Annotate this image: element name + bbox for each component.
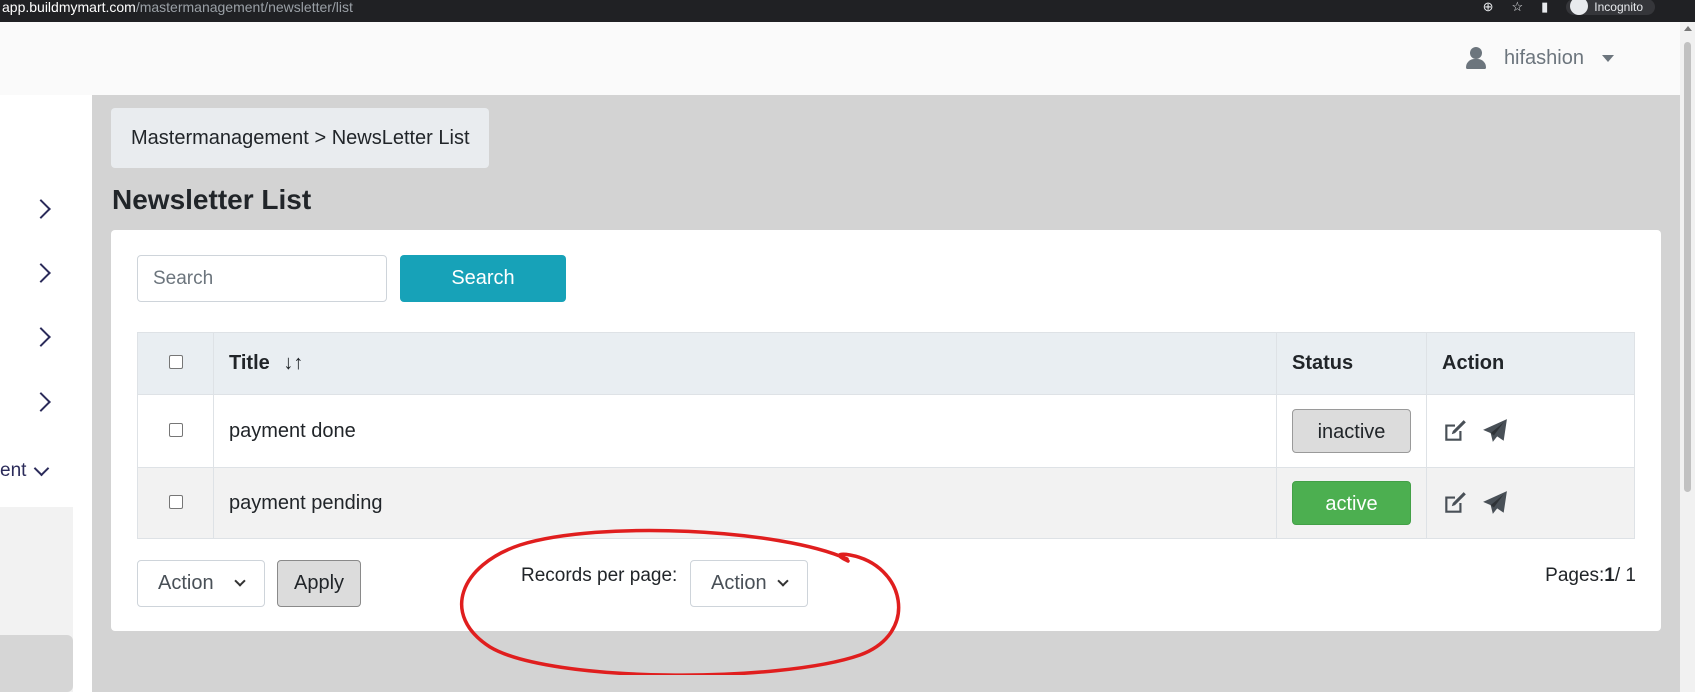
- column-header-action: Action: [1426, 332, 1635, 395]
- scroll-up-arrow-icon[interactable]: [1684, 26, 1692, 31]
- incognito-icon: [1570, 0, 1589, 15]
- address-bar[interactable]: app.buildmymart.com/mastermanagement/new…: [2, 0, 353, 14]
- caret-down-icon: [1602, 54, 1614, 62]
- chevron-down-icon: [34, 460, 50, 476]
- breadcrumb: Mastermanagement > NewsLetter List: [111, 108, 489, 168]
- sidebar-expand-chevron-icon[interactable]: [31, 199, 51, 219]
- chevron-down-icon: [777, 575, 789, 587]
- incognito-indicator[interactable]: Incognito: [1566, 0, 1655, 15]
- sidebar-item-management[interactable]: ent: [0, 460, 50, 482]
- zoom-icon[interactable]: ⊕: [1483, 0, 1494, 15]
- table-row: payment done inactive: [137, 394, 1635, 468]
- breadcrumb-separator: >: [314, 127, 327, 149]
- total-pages: / 1: [1614, 565, 1636, 586]
- sidebar-submenu-active-item[interactable]: [0, 635, 73, 692]
- column-header-status: Status: [1276, 332, 1427, 395]
- row-checkbox[interactable]: [168, 422, 183, 437]
- column-title-label: Title: [229, 352, 270, 374]
- chevron-down-icon: [234, 575, 246, 587]
- apply-button[interactable]: Apply: [277, 560, 361, 607]
- status-badge[interactable]: inactive: [1292, 409, 1411, 453]
- select-all-checkbox[interactable]: [168, 355, 183, 369]
- send-paper-plane-icon[interactable]: [1482, 418, 1508, 444]
- bulk-action-select[interactable]: Action: [137, 560, 265, 607]
- current-page: 1: [1604, 565, 1615, 586]
- select-all-cell: [137, 332, 214, 395]
- pages-label: Pages:: [1545, 565, 1605, 586]
- user-menu[interactable]: hifashion: [1464, 46, 1614, 70]
- url-path: /mastermanagement/newsletter/list: [135, 0, 353, 15]
- url-host: app.buildmymart.com: [2, 0, 136, 15]
- row-title: payment pending: [213, 467, 1277, 539]
- app-header: hifashion: [0, 22, 1680, 95]
- edit-icon[interactable]: [1442, 418, 1468, 444]
- column-header-title[interactable]: Title ↓↑: [213, 332, 1277, 395]
- scroll-thumb[interactable]: [1684, 42, 1691, 492]
- sidebar-expand-chevron-icon[interactable]: [31, 327, 51, 347]
- breadcrumb-current: NewsLetter List: [331, 127, 470, 149]
- bulk-action-value: Action: [158, 572, 214, 594]
- content-card: Search Title ↓↑ Status Action payment do…: [111, 230, 1661, 631]
- page-title: Newsletter List: [112, 184, 312, 215]
- sidebar: ent: [0, 95, 92, 692]
- username-label: hifashion: [1503, 46, 1584, 69]
- incognito-label: Incognito: [1594, 0, 1643, 14]
- pagination-info: Pages:1/ 1: [1545, 565, 1636, 587]
- table-header-row: Title ↓↑ Status Action: [137, 332, 1635, 395]
- row-checkbox[interactable]: [168, 494, 183, 509]
- row-title: payment done: [213, 394, 1277, 468]
- browser-toolbar: ⊕ ☆ ▮ Incognito: [1483, 0, 1655, 15]
- send-paper-plane-icon[interactable]: [1482, 490, 1508, 516]
- search-input[interactable]: [137, 255, 387, 302]
- records-per-page-label: Records per page:: [521, 565, 678, 586]
- search-button[interactable]: Search: [400, 255, 566, 302]
- page-scrollbar[interactable]: [1680, 22, 1695, 692]
- user-icon: [1464, 46, 1488, 70]
- sidebar-expand-chevron-icon[interactable]: [31, 263, 51, 283]
- breadcrumb-parent[interactable]: Mastermanagement: [131, 127, 309, 149]
- sidebar-item-label: ent: [0, 460, 27, 481]
- newsletter-table: Title ↓↑ Status Action payment done inac…: [137, 332, 1635, 539]
- side-panel-icon[interactable]: ▮: [1541, 0, 1548, 15]
- edit-icon[interactable]: [1442, 490, 1468, 516]
- table-row: payment pending active: [137, 467, 1635, 539]
- sidebar-expand-chevron-icon[interactable]: [31, 392, 51, 412]
- records-per-page-value: Action: [711, 572, 767, 594]
- records-per-page-select[interactable]: Action: [690, 560, 808, 607]
- browser-bar: app.buildmymart.com/mastermanagement/new…: [0, 0, 1695, 22]
- bookmark-star-icon[interactable]: ☆: [1511, 0, 1523, 15]
- sort-arrows-icon[interactable]: ↓↑: [283, 352, 303, 374]
- status-badge[interactable]: active: [1292, 481, 1411, 525]
